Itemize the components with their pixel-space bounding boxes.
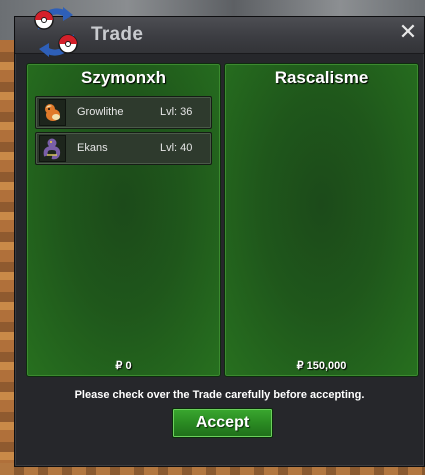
right-player-name: Rascalisme <box>274 68 369 87</box>
right-money-offer: ₽ 150,000 <box>296 360 347 372</box>
left-offer-panel: Szymonxh Growlithe Lvl: 36 Ekans Lvl: 40… <box>26 63 221 377</box>
accept-button[interactable]: Accept <box>172 408 273 438</box>
trade-window: Trade ✕ Szymonxh Growlithe Lvl: 36 Ekans… <box>14 7 425 467</box>
left-player-name: Szymonxh <box>80 68 167 87</box>
pokemon-name: Growlithe <box>77 106 124 118</box>
right-offer-panel: Rascalisme ₽ 150,000 <box>224 63 419 377</box>
window-title: Trade <box>91 24 144 45</box>
background-scenery-left <box>0 40 14 475</box>
trade-swap-icon <box>34 7 78 57</box>
pokemon-level: Lvl: 36 <box>160 106 193 118</box>
pokemon-name: Ekans <box>77 142 108 154</box>
trade-notice-text: Please check over the Trade carefully be… <box>74 389 365 401</box>
pokemon-level: Lvl: 40 <box>160 142 193 154</box>
offered-pokemon-row[interactable]: Ekans Lvl: 40 <box>35 132 212 165</box>
left-money-offer: ₽ 0 <box>115 360 132 372</box>
growlithe-sprite-icon <box>39 99 66 126</box>
offered-pokemon-row[interactable]: Growlithe Lvl: 36 <box>35 96 212 129</box>
ekans-sprite-icon <box>39 135 66 162</box>
close-button[interactable]: ✕ <box>396 21 420 45</box>
